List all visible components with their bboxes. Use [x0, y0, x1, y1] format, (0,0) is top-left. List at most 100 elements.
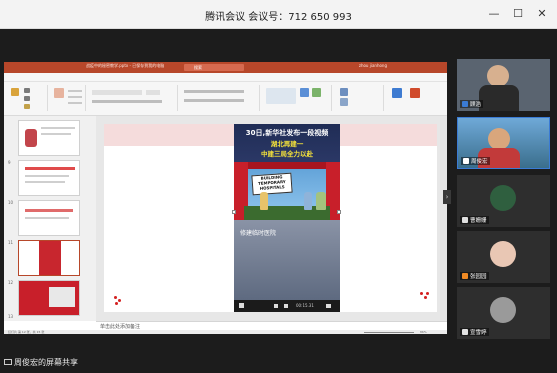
slide-thumbnail[interactable]	[18, 280, 80, 316]
meeting-window: 腾讯会议 会议号：712 650 993 — ☐ ✕ 战疫中的秘密教学.pptx…	[0, 0, 557, 373]
participant-tile-speaking[interactable]: 周俊宏	[457, 117, 550, 169]
volume-icon[interactable]	[326, 304, 331, 308]
replace-icon[interactable]	[340, 98, 348, 106]
video-frame[interactable]: 30日,新华社发布一段视频 湖北再建一 中建三局全力以赴 BUILDING TE…	[234, 124, 340, 312]
participant-video-body	[479, 85, 519, 111]
slide-count-status: 幻灯片 第 12 张，共 15 张	[8, 330, 45, 334]
ribbon-line	[68, 90, 82, 92]
participant-label: 顾浩	[460, 100, 484, 108]
resize-handle[interactable]	[232, 210, 236, 214]
powerpoint-title-bar: 战疫中的秘密教学.pptx - 已保存到我的电脑 搜索 zhou jianhon…	[4, 62, 447, 73]
close-button[interactable]: ✕	[534, 6, 550, 22]
participant-name: 曹姗姗	[470, 218, 487, 224]
window-title: 腾讯会议 会议号：712 650 993	[205, 12, 352, 23]
powerpoint-user-name: zhou jianhong	[358, 63, 387, 68]
curtain-valance	[234, 162, 340, 169]
forward-icon[interactable]	[284, 304, 288, 308]
statue-figure	[316, 192, 326, 210]
copy-icon[interactable]	[24, 96, 30, 101]
slide-thumbnail[interactable]	[18, 200, 80, 236]
maximize-button[interactable]: ☐	[510, 6, 526, 22]
slide-number: 11	[8, 240, 14, 245]
paragraph-group	[180, 85, 260, 111]
ribbon-toolbar	[4, 82, 447, 116]
participant-tile[interactable]: 张园园	[457, 231, 550, 283]
participant-label: 张园园	[460, 272, 489, 280]
font-format-buttons[interactable]	[92, 100, 162, 103]
notes-pane[interactable]: 单击此处添加备注	[96, 321, 447, 330]
cartoon-figure	[260, 192, 268, 210]
ribbon-line	[68, 102, 82, 104]
slide-thumbnail[interactable]	[18, 120, 80, 156]
participant-tile[interactable]: 宣雪婷	[457, 287, 550, 339]
arrange-icon[interactable]	[300, 88, 309, 97]
powerpoint-search-box[interactable]: 搜索	[184, 64, 244, 71]
thumbnail-line	[41, 133, 71, 135]
collapse-panel-button[interactable]: ›	[443, 190, 451, 204]
headline-line-3: 中建三局全力以赴	[261, 150, 313, 158]
search-label: 搜索	[194, 65, 202, 70]
thumbnail-line	[25, 181, 65, 183]
video-controls: 00:15.31	[234, 300, 340, 312]
headline-line-1: 30日,新华社发布一段视频	[245, 129, 329, 137]
ribbon-line	[68, 96, 82, 98]
list-buttons[interactable]	[184, 90, 244, 93]
minimize-button[interactable]: —	[486, 6, 502, 22]
decor-dots	[420, 292, 430, 302]
slide-number: 13	[8, 314, 14, 319]
slide-number: 12	[8, 280, 14, 285]
powerpoint-filename: 战疫中的秘密教学.pptx - 已保存到我的电脑	[86, 63, 165, 68]
align-buttons[interactable]	[184, 99, 244, 102]
slide-thumbnail-selected[interactable]	[18, 240, 80, 276]
participant-name: 周俊宏	[471, 159, 488, 165]
thumbnail-figure	[49, 287, 75, 307]
paste-icon[interactable]	[11, 88, 19, 96]
slide-thumbnail[interactable]	[18, 160, 80, 196]
thumbnail-line	[41, 127, 75, 129]
font-size-box[interactable]	[146, 90, 160, 95]
participant-tile[interactable]: 曹姗姗	[457, 175, 550, 227]
current-slide[interactable]: 30日,新华社发布一段视频 湖北再建一 中建三局全力以赴 BUILDING TE…	[104, 124, 437, 312]
play-icon[interactable]	[239, 303, 244, 308]
font-name-box[interactable]	[92, 90, 142, 95]
extra-group	[386, 85, 442, 111]
quick-styles-icon[interactable]	[312, 88, 321, 97]
participant-name: 张园园	[470, 274, 487, 280]
slide-thumbnail-pane: 9 10 11 12 13	[4, 116, 96, 321]
participant-label: 宣雪婷	[460, 328, 489, 336]
participant-video-face	[487, 65, 509, 87]
editing-group	[334, 85, 384, 111]
thumbnail-line	[25, 175, 69, 177]
participant-label: 曹姗姗	[460, 216, 489, 224]
zoom-slider[interactable]	[364, 331, 414, 333]
thumbnail-figure	[25, 129, 37, 147]
shapes-gallery-icon[interactable]	[266, 88, 296, 104]
resize-handle[interactable]	[337, 210, 341, 214]
participant-tile[interactable]: 顾浩	[457, 59, 550, 111]
thumbnail-line	[25, 217, 69, 219]
slide-editor: 30日,新华社发布一段视频 湖北再建一 中建三局全力以赴 BUILDING TE…	[96, 116, 447, 321]
new-slide-icon[interactable]	[54, 88, 64, 98]
screen-share-label: 周俊宏的屏幕共享	[0, 354, 120, 372]
format-painter-icon[interactable]	[24, 104, 30, 109]
notes-placeholder: 单击此处添加备注	[100, 324, 141, 330]
video-timestamp: 00:15.31	[296, 303, 314, 308]
designer-icon[interactable]	[410, 88, 420, 98]
participant-name: 宣雪婷	[470, 330, 487, 336]
cut-icon[interactable]	[24, 88, 30, 93]
font-group	[88, 85, 178, 111]
cartoon-figure	[304, 192, 312, 210]
ribbon-tabs: 文件 开始 插入 设计 切换 动画 幻灯片放映 审阅 视图 PDF工具集 帮助 …	[4, 73, 447, 90]
headline-line-2: 湖北再建一	[270, 140, 304, 148]
slide-number: 10	[8, 200, 14, 205]
clipboard-group	[8, 85, 48, 111]
user-icon	[462, 273, 468, 279]
cartoon-scene: BUILDING TEMPORARY HOSPITALS	[234, 162, 340, 220]
hospital-sign: BUILDING TEMPORARY HOSPITALS	[251, 172, 293, 196]
rewind-icon[interactable]	[274, 304, 278, 308]
dictate-icon[interactable]	[392, 88, 402, 98]
drawing-group	[262, 85, 332, 111]
avatar	[490, 241, 516, 267]
find-icon[interactable]	[340, 88, 348, 96]
title-bar: 腾讯会议 会议号：712 650 993 — ☐ ✕	[0, 0, 557, 29]
